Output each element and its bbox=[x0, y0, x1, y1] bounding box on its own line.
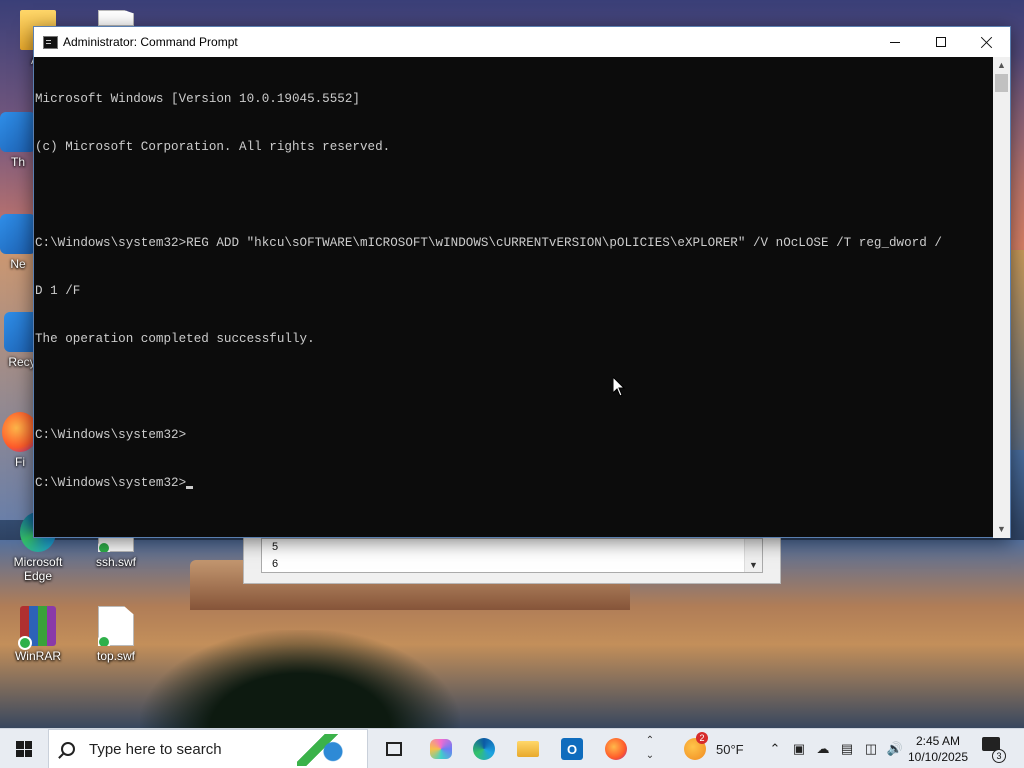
copilot-button[interactable] bbox=[427, 735, 455, 763]
console-line: (c) Microsoft Corporation. All rights re… bbox=[35, 140, 391, 154]
sync-check-icon bbox=[98, 541, 111, 552]
desktop-icon-winrar[interactable]: WinRAR bbox=[2, 606, 74, 663]
search-highlight-icon[interactable] bbox=[297, 734, 357, 766]
maximize-button[interactable] bbox=[918, 27, 964, 57]
text-cursor bbox=[186, 486, 194, 489]
notification-center-button[interactable]: 3 bbox=[980, 737, 1006, 763]
file-explorer-button[interactable] bbox=[514, 735, 542, 763]
chevron-down-icon[interactable]: ▼ bbox=[993, 521, 1010, 538]
task-view-icon bbox=[386, 742, 402, 756]
chevron-down-icon[interactable]: ▼ bbox=[749, 560, 758, 570]
desktop-icon-label: ssh.swf bbox=[95, 555, 136, 569]
window-title: Administrator: Command Prompt bbox=[63, 35, 238, 49]
outlook-button[interactable]: O bbox=[558, 735, 586, 763]
outlook-icon: O bbox=[561, 738, 583, 760]
volume-icon[interactable]: 🔊 bbox=[886, 740, 904, 758]
meet-now-icon[interactable]: ▣ bbox=[790, 740, 808, 758]
background-dialog: 5 6 ▼ bbox=[243, 537, 781, 584]
chevron-down-icon[interactable]: ⌄ bbox=[642, 748, 658, 763]
edge-icon bbox=[473, 738, 495, 760]
copilot-icon bbox=[430, 739, 452, 759]
network-icon bbox=[0, 214, 36, 254]
minimize-button[interactable] bbox=[872, 27, 918, 57]
scrollbar-thumb[interactable] bbox=[995, 74, 1008, 92]
taskbar-clock[interactable]: 2:45 AM 10/10/2025 bbox=[906, 733, 970, 765]
vertical-scrollbar[interactable]: ▲ ▼ bbox=[993, 57, 1010, 538]
list-scrollbar[interactable]: ▼ bbox=[744, 539, 762, 572]
console-line: C:\Windows\system32>REG ADD "hkcu\sOFTWA… bbox=[35, 236, 942, 250]
system-tray: ⌃ ▣ ☁ ▤ ◫ 🔊 bbox=[766, 729, 904, 768]
clock-date: 10/10/2025 bbox=[907, 750, 969, 764]
console-line: C:\Windows\system32> bbox=[35, 428, 187, 442]
console-line: The operation completed successfully. bbox=[35, 332, 315, 346]
windows-logo-icon bbox=[16, 741, 32, 757]
firefox-taskbar-button[interactable] bbox=[602, 735, 630, 763]
notification-count: 3 bbox=[992, 749, 1006, 763]
taskbar-scroll-buttons[interactable]: ⌃ ⌄ bbox=[642, 733, 658, 765]
edge-taskbar-button[interactable] bbox=[470, 735, 498, 763]
search-placeholder: Type here to search bbox=[89, 740, 222, 758]
task-view-button[interactable] bbox=[380, 735, 408, 763]
desktop-icon-label: WinRAR bbox=[14, 649, 61, 663]
weather-sun-icon: 2 bbox=[684, 732, 708, 760]
mouse-pointer-icon bbox=[612, 375, 626, 397]
sync-check-icon bbox=[98, 635, 111, 646]
file-icon bbox=[98, 606, 134, 646]
list-item[interactable]: 6 bbox=[272, 558, 278, 570]
computer-icon bbox=[0, 112, 36, 152]
sync-check-icon bbox=[18, 636, 32, 650]
chevron-up-icon[interactable]: ▲ bbox=[993, 57, 1010, 74]
minimize-icon bbox=[890, 41, 900, 43]
maximize-icon bbox=[936, 37, 946, 47]
console-input-line[interactable]: C:\Windows\system32> bbox=[35, 475, 994, 491]
console-prompt: C:\Windows\system32> bbox=[35, 476, 187, 490]
command-prompt-window[interactable]: Administrator: Command Prompt Microsoft … bbox=[33, 26, 1011, 538]
wallpaper-trees bbox=[140, 630, 460, 730]
taskbar-search-box[interactable]: Type here to search bbox=[48, 729, 368, 768]
desktop-icon-label: Microsoft Edge bbox=[13, 555, 63, 583]
winrar-icon bbox=[18, 606, 56, 650]
security-icon[interactable]: ▤ bbox=[838, 740, 856, 758]
console-line: Microsoft Windows [Version 10.0.19045.55… bbox=[35, 92, 360, 106]
close-button[interactable] bbox=[964, 27, 1010, 57]
clock-time: 2:45 AM bbox=[915, 734, 961, 748]
chevron-up-icon[interactable]: ⌃ bbox=[642, 733, 658, 748]
firefox-icon bbox=[605, 738, 627, 760]
folder-icon bbox=[517, 741, 539, 757]
close-icon bbox=[981, 36, 993, 48]
network-icon[interactable]: ◫ bbox=[862, 740, 880, 758]
onedrive-cloud-icon[interactable]: ☁ bbox=[814, 740, 832, 758]
weather-temperature: 50°F bbox=[716, 741, 744, 757]
desktop-icon-top-swf[interactable]: top.swf bbox=[80, 606, 152, 663]
list-item[interactable]: 5 bbox=[272, 541, 278, 553]
weather-alert-badge: 2 bbox=[696, 732, 708, 744]
cmd-app-icon[interactable] bbox=[43, 36, 58, 49]
chevron-up-icon[interactable]: ⌃ bbox=[766, 740, 784, 758]
weather-widget[interactable]: 2 50°F bbox=[684, 732, 744, 761]
console-line: D 1 /F bbox=[35, 284, 81, 298]
window-titlebar[interactable]: Administrator: Command Prompt bbox=[34, 27, 1010, 57]
console-output[interactable]: Microsoft Windows [Version 10.0.19045.55… bbox=[34, 57, 994, 537]
file-icon bbox=[98, 10, 134, 26]
dialog-listbox[interactable]: 5 6 ▼ bbox=[261, 538, 763, 573]
search-icon bbox=[61, 742, 75, 756]
taskbar: Type here to search O ⌃ ⌄ 2 50°F ⌃ ▣ ☁ ▤… bbox=[0, 728, 1024, 768]
desktop-icon-label: top.swf bbox=[96, 649, 135, 663]
start-button[interactable] bbox=[0, 729, 48, 768]
